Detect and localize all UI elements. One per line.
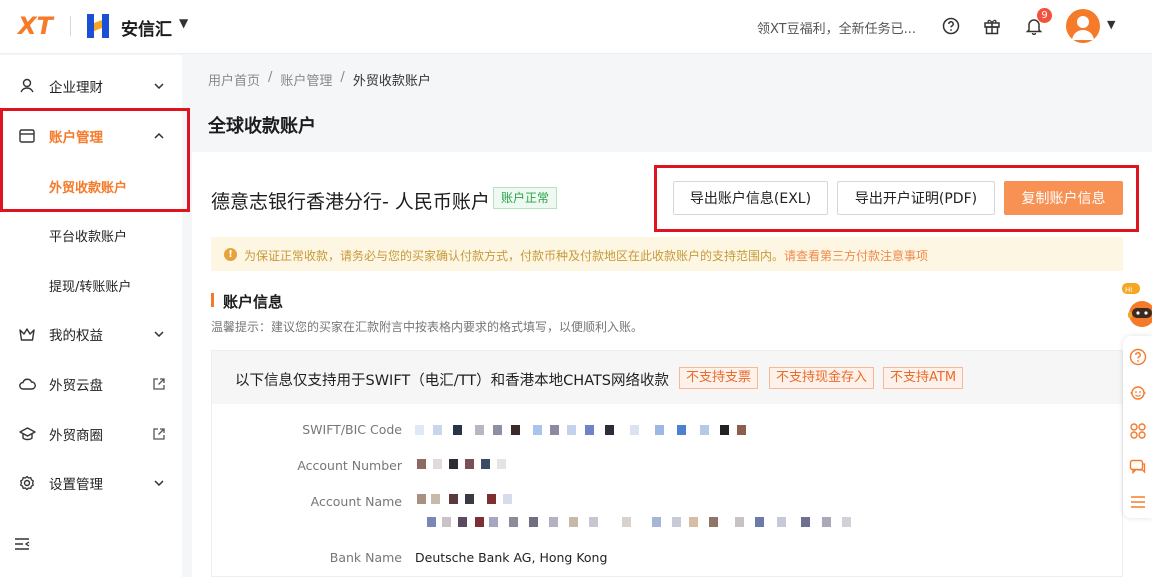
external-link-icon (152, 377, 166, 391)
bank-name-label: Bank Name (329, 550, 402, 565)
breadcrumb-current: 外贸收款账户 (352, 74, 431, 89)
highlight-box-buttons (654, 165, 1139, 232)
brand-caret-icon[interactable]: ▼ (179, 16, 188, 30)
swift-label: SWIFT/BIC Code (302, 422, 402, 437)
avatar-caret-icon[interactable]: ▼ (1107, 18, 1115, 31)
third-party-payment-link[interactable]: 请查看第三方付款注意事项 (784, 249, 928, 263)
page-title: 全球收款账户 (208, 116, 316, 137)
sidebar-item-wealth[interactable]: 企业理财 (0, 66, 182, 106)
top-bar: XT 安信汇 ▼ 领XT豆福利，全新任务已... 9 ▼ (0, 0, 1152, 54)
notice-text: 为保证正常收款，请务必与您的买家确认付款方式，付款币种及付款地区在此收款账户的支… (244, 249, 785, 263)
sidebar-item-settings[interactable]: 设置管理 (0, 463, 182, 503)
account-name-label: Account Name (310, 494, 402, 509)
sidebar-subitem-withdraw-transfer[interactable]: 提现/转账账户 (0, 265, 182, 305)
sidebar-item-label: 外贸商圈 (49, 428, 103, 444)
brand-logo-icon[interactable] (87, 14, 109, 38)
bank-name-value: Deutsche Bank AG, Hong Kong (415, 550, 608, 565)
wealth-icon (18, 77, 36, 95)
info-panel-header-text: 以下信息仅支持用于SWIFT（电汇/TT）和香港本地CHATS网络收款 (235, 373, 669, 389)
help-icon[interactable] (1129, 348, 1147, 366)
gift-icon[interactable] (979, 13, 1005, 39)
chevron-down-icon (152, 327, 166, 341)
sidebar-item-cloud-drive[interactable]: 外贸云盘 (0, 364, 182, 404)
account-name-value-redacted-line1 (417, 494, 517, 504)
menu-list-icon[interactable] (1129, 493, 1147, 511)
settings-icon (18, 474, 36, 492)
tip-text: 温馨提示：建议您的买家在汇款附言中按表格内要求的格式填写，以便顺利入账。 (211, 320, 644, 334)
breadcrumb-separator: / (268, 70, 273, 85)
help-icon[interactable] (938, 13, 964, 39)
sidebar-subitem-label: 平台收款账户 (49, 230, 128, 245)
logo-divider (70, 16, 71, 36)
sidebar-item-label: 我的权益 (49, 328, 103, 344)
customer-service-icon[interactable] (1129, 384, 1147, 402)
chat-icon[interactable] (1129, 458, 1147, 476)
no-cheque-tag: 不支持支票 (679, 367, 759, 389)
graduation-cap-icon (18, 425, 36, 443)
account-name-value-redacted-line2 (427, 517, 857, 527)
breadcrumb: 用户首页 / 账户管理 / 外贸收款账户 (208, 70, 439, 89)
no-cash-deposit-tag: 不支持现金存入 (769, 367, 875, 389)
section-marker (211, 293, 214, 307)
sidebar-item-label: 外贸云盘 (49, 378, 103, 394)
sidebar-item-label: 设置管理 (49, 477, 103, 493)
account-number-label: Account Number (297, 458, 402, 473)
warning-icon: ! (224, 248, 237, 261)
info-panel-header: 以下信息仅支持用于SWIFT（电汇/TT）和香港本地CHATS网络收款 不支持支… (212, 351, 1122, 404)
status-badge: 账户正常 (493, 187, 558, 209)
no-atm-tag: 不支持ATM (883, 367, 964, 389)
brand-name[interactable]: 安信汇 (121, 15, 172, 40)
notification-badge: 9 (1037, 8, 1052, 23)
section-title: 账户信息 (223, 293, 284, 311)
breadcrumb-account-management[interactable]: 账户管理 (280, 70, 332, 89)
sidebar-item-label: 企业理财 (49, 80, 103, 96)
promo-text[interactable]: 领XT豆福利，全新任务已... (757, 18, 916, 37)
sidebar-item-trade-circle[interactable]: 外贸商圈 (0, 414, 182, 454)
xt-logo[interactable]: XT (18, 12, 53, 40)
assistant-robot-icon[interactable]: Hi (1122, 282, 1152, 328)
account-title: 德意志银行香港分行- 人民币账户 (211, 191, 490, 213)
apps-grid-icon[interactable] (1129, 422, 1147, 440)
sidebar-item-benefits[interactable]: 我的权益 (0, 314, 182, 354)
notice-bar: ! 为保证正常收款，请务必与您的买家确认付款方式，付款币种及付款地区在此收款账户… (211, 237, 1123, 271)
swift-value-redacted (415, 425, 755, 435)
avatar[interactable] (1066, 9, 1100, 43)
highlight-box-sidebar (0, 108, 190, 212)
account-number-value-redacted (417, 459, 517, 469)
floating-toolbar (1123, 336, 1152, 518)
external-link-icon (152, 427, 166, 441)
svg-text:Hi: Hi (1125, 286, 1132, 294)
breadcrumb-home[interactable]: 用户首页 (208, 70, 260, 89)
sidebar-subitem-label: 提现/转账账户 (49, 280, 132, 295)
collapse-sidebar-icon[interactable] (13, 535, 31, 553)
account-info-panel: 以下信息仅支持用于SWIFT（电汇/TT）和香港本地CHATS网络收款 不支持支… (211, 350, 1123, 577)
sidebar-subitem-platform-receiving[interactable]: 平台收款账户 (0, 215, 182, 255)
breadcrumb-separator: / (340, 70, 345, 85)
crown-icon (18, 325, 36, 343)
cloud-icon (18, 375, 36, 393)
chevron-down-icon (152, 476, 166, 490)
chevron-down-icon (152, 79, 166, 93)
